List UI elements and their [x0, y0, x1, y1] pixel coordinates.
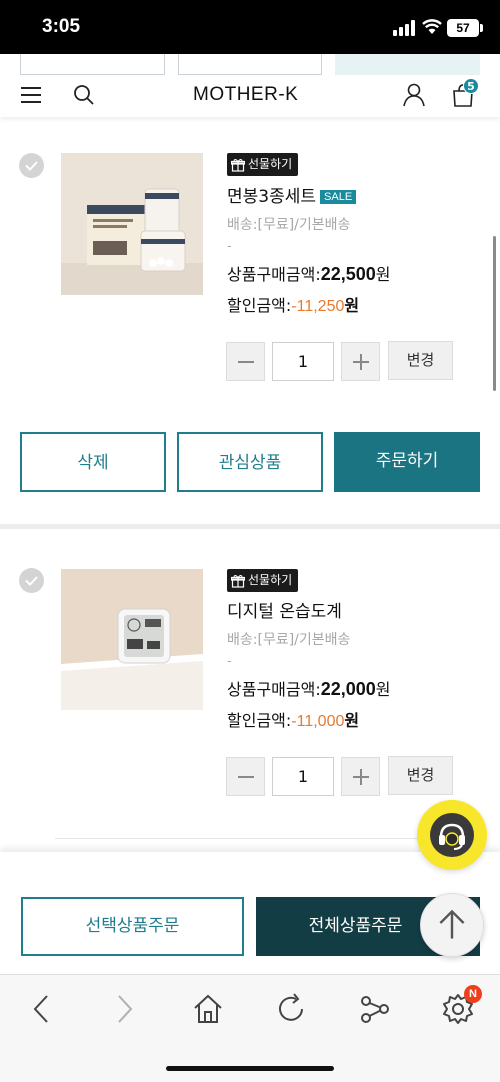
- signal-icon: [393, 20, 415, 36]
- quantity-decrease-button[interactable]: [226, 342, 265, 381]
- discount-unit: 원: [344, 711, 360, 730]
- cart-count-badge: 5: [463, 78, 479, 94]
- gift-label: 선물하기: [248, 573, 293, 587]
- quantity-input[interactable]: 1: [272, 342, 334, 381]
- scroll-top-button[interactable]: [420, 893, 484, 957]
- gift-icon: [231, 158, 245, 172]
- price-unit: 원: [375, 680, 391, 699]
- chat-support-button[interactable]: [417, 800, 487, 870]
- discount-amount: -11,000: [291, 713, 345, 730]
- product-name[interactable]: 디지털 온습도계: [227, 597, 342, 622]
- quantity-input[interactable]: 1: [272, 757, 334, 796]
- status-bar: 3:05 57: [0, 0, 500, 54]
- notification-badge-icon: N: [464, 985, 482, 1003]
- quantity-change-button[interactable]: 변경: [388, 756, 453, 795]
- purchase-price: 상품구매금액:22,500원: [227, 261, 391, 285]
- product-name-text: 면봉3종세트: [227, 187, 317, 207]
- quantity-change-button[interactable]: 변경: [388, 341, 453, 380]
- scrollbar[interactable]: [493, 236, 496, 391]
- price-label: 상품구매금액:: [227, 265, 321, 284]
- order-item-button[interactable]: 주문하기: [334, 432, 480, 492]
- price-unit: 원: [375, 265, 391, 284]
- sale-badge: SALE: [320, 190, 357, 204]
- home-indicator: [166, 1066, 334, 1071]
- battery-tip: [480, 24, 483, 32]
- row-divider: [55, 838, 445, 839]
- site-header: MOTHER-K 5: [0, 75, 500, 117]
- discount-label: 할인금액:: [227, 296, 292, 315]
- wishlist-button[interactable]: 관심상품: [177, 432, 323, 492]
- refresh-icon[interactable]: [274, 992, 308, 1026]
- gift-button[interactable]: 선물하기: [227, 569, 299, 592]
- discount-price: 할인금액:-11,250원: [227, 292, 359, 316]
- product-image[interactable]: [61, 569, 203, 710]
- price-label: 상품구매금액:: [227, 680, 321, 699]
- shipping-info: 배송:[무료]/기본배송: [227, 217, 351, 233]
- option-placeholder: -: [227, 239, 232, 254]
- menu-icon[interactable]: [21, 85, 43, 105]
- gift-button[interactable]: 선물하기: [227, 153, 299, 176]
- item-select-checkbox[interactable]: [19, 568, 44, 593]
- product-name[interactable]: 면봉3종세트 SALE: [227, 182, 357, 207]
- gift-icon: [231, 574, 245, 588]
- discount-unit: 원: [344, 296, 360, 315]
- price-amount: 22,500: [320, 264, 376, 284]
- prev-order-button[interactable]: [335, 54, 480, 75]
- site-logo[interactable]: MOTHER-K: [193, 84, 298, 106]
- discount-label: 할인금액:: [227, 711, 292, 730]
- quantity-decrease-button[interactable]: [226, 757, 265, 796]
- user-icon[interactable]: [401, 82, 427, 108]
- option-placeholder: -: [227, 654, 232, 669]
- home-icon[interactable]: [191, 992, 225, 1026]
- section-divider: [0, 524, 500, 529]
- check-icon: [25, 576, 38, 586]
- back-icon[interactable]: [25, 992, 59, 1026]
- forward-icon[interactable]: [107, 992, 141, 1026]
- check-icon: [25, 161, 38, 171]
- prev-delete-button[interactable]: [20, 54, 165, 75]
- quantity-increase-button[interactable]: [341, 342, 380, 381]
- prev-wishlist-button[interactable]: [178, 54, 322, 75]
- quantity-increase-button[interactable]: [341, 757, 380, 796]
- purchase-price: 상품구매금액:22,000원: [227, 676, 391, 700]
- shipping-info: 배송:[무료]/기본배송: [227, 632, 351, 648]
- share-icon[interactable]: [358, 992, 392, 1026]
- wifi-icon: [422, 19, 442, 34]
- order-selected-button[interactable]: 선택상품주문: [21, 897, 244, 956]
- delete-button[interactable]: 삭제: [20, 432, 166, 492]
- gift-label: 선물하기: [248, 157, 293, 171]
- item-select-checkbox[interactable]: [19, 153, 44, 178]
- headset-glyph: [439, 823, 465, 850]
- arrow-up-icon: [439, 909, 465, 939]
- discount-price: 할인금액:-11,000원: [227, 707, 359, 731]
- price-amount: 22,000: [320, 679, 376, 699]
- cotton-buds-image: [61, 153, 203, 295]
- headset-icon: [430, 813, 474, 857]
- thermometer-image: [61, 569, 203, 710]
- discount-amount: -11,250: [291, 298, 345, 315]
- search-icon[interactable]: [72, 83, 96, 107]
- status-time: 3:05: [42, 16, 81, 37]
- battery-icon: 57: [447, 19, 479, 37]
- product-image[interactable]: [61, 153, 203, 295]
